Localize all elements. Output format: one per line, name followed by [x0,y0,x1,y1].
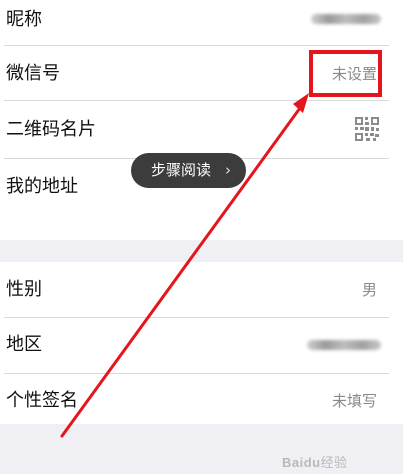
step-read-label: 步骤阅读 [151,161,212,179]
watermark-brand: Baidu [282,455,321,470]
baidu-watermark: Baidu经验 [282,452,348,471]
chevron-right-icon: › [225,161,231,179]
profile-settings-page: 昵称 微信号 未设置 二维码名片 我的地址 性别 男 地区 个性签名 未填写 步… [0,0,403,474]
step-read-button[interactable]: 步骤阅读 › [131,153,246,188]
watermark-suffix: 经验 [320,455,348,470]
highlight-box [309,50,382,97]
